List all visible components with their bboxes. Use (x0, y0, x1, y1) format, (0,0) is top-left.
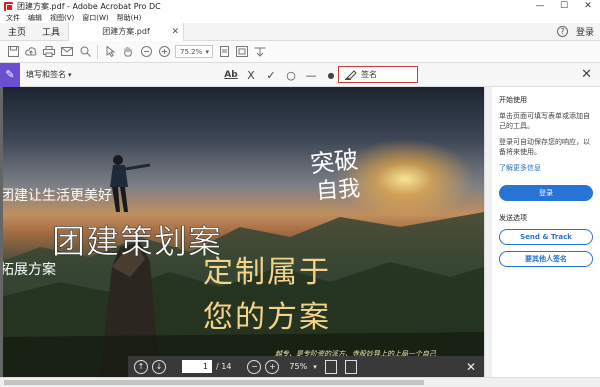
cross-mark-tool[interactable]: X (242, 63, 260, 87)
chevron-down-icon[interactable]: ▾ (68, 71, 72, 79)
menu-window[interactable]: 窗口(W) (78, 13, 112, 23)
doc-text-expansion: 拓展方案 (0, 262, 56, 278)
signature-pen-icon (345, 69, 357, 80)
acrobat-app-icon (4, 1, 13, 11)
page-view-icon[interactable] (324, 359, 337, 374)
text-tool-label: Ab (224, 70, 238, 80)
send-options-heading: 发送选项 (499, 214, 527, 222)
doc-text-self: 自我 (315, 176, 362, 205)
close-tab-icon[interactable]: ✕ (171, 27, 179, 37)
close-window-button[interactable]: ✕ (576, 0, 600, 12)
help-icon[interactable]: ? (556, 26, 568, 37)
document-tab-label: 团建方案.pdf (102, 27, 150, 36)
fill-sign-pen-icon: ✎ (0, 62, 20, 87)
print-icon[interactable] (40, 43, 58, 61)
page-zoom-value[interactable]: 75% (289, 362, 307, 371)
maximize-button[interactable]: ☐ (552, 0, 576, 12)
left-edge-strip (0, 87, 3, 377)
window-title: 团建方案.pdf - Adobe Acrobat Pro DC (17, 1, 161, 11)
tab-home[interactable]: 主页 (0, 23, 34, 41)
title-bar: 团建方案.pdf - Adobe Acrobat Pro DC — ☐ ✕ (0, 0, 600, 12)
page-total: / 14 (216, 362, 232, 371)
toolbar-divider (97, 44, 98, 59)
menu-edit[interactable]: 编辑 (24, 13, 46, 23)
previous-page-icon[interactable]: ↑ (134, 359, 148, 374)
sign-button[interactable]: 签名 (338, 66, 418, 83)
next-page-icon[interactable]: ↓ (152, 359, 166, 374)
line-tool[interactable]: — (302, 63, 320, 87)
learn-more-link[interactable]: 了解更多信息 (499, 163, 594, 173)
menu-file[interactable]: 文件 (2, 13, 24, 23)
vertical-scrollbar[interactable] (484, 87, 492, 377)
chevron-down-icon[interactable]: ▾ (313, 363, 317, 371)
close-fill-sign-icon[interactable]: ✕ (581, 67, 592, 82)
read-mode-icon[interactable] (344, 359, 357, 374)
request-signature-button[interactable]: 要其他人签名 (499, 251, 593, 267)
main-toolbar: 75.2% ▾ (0, 41, 600, 63)
search-icon[interactable] (76, 43, 94, 61)
fill-sign-title[interactable]: 填写和签名 (26, 69, 66, 80)
page-navigation-bar: ↑ ↓ 1 / 14 − + 75% ▾ ✕ (128, 356, 484, 377)
upload-icon[interactable] (22, 43, 40, 61)
fill-sign-bar: ✎ 填写和签名 ▾ Ab X ✓ ○ — ● 签名 ✕ (0, 62, 600, 87)
zoom-value: 75.2% (180, 47, 203, 56)
check-mark-tool[interactable]: ✓ (262, 63, 280, 87)
horizontal-scrollbar[interactable] (0, 377, 600, 387)
email-icon[interactable] (58, 43, 76, 61)
zoom-in-icon[interactable]: + (265, 359, 280, 374)
full-screen-icon[interactable] (233, 43, 251, 61)
scrollbar-thumb[interactable] (4, 380, 424, 385)
hand-icon[interactable] (119, 43, 137, 61)
sign-label: 签名 (361, 70, 377, 79)
getting-started-desc-2: 登录可自动保存您的响应，以备将来使用。 (499, 138, 590, 156)
menu-help[interactable]: 帮助(H) (113, 13, 146, 23)
doc-text-custom-1: 定制属于 (203, 255, 331, 290)
signin-button[interactable]: 登录 (499, 185, 593, 201)
document-page[interactable]: 突破 自我 团建让生活更美好 团建策划案 拓展方案 定制属于 您的方案 越专、是… (0, 87, 484, 377)
doc-text-custom-2: 您的方案 (203, 300, 331, 335)
save-icon[interactable] (4, 43, 22, 61)
zoom-out-icon[interactable] (137, 43, 155, 61)
circle-tool[interactable]: ○ (282, 63, 300, 87)
zoom-out-icon[interactable]: − (247, 359, 262, 374)
getting-started-heading: 开始使用 (499, 96, 527, 104)
minimize-button[interactable]: — (528, 0, 552, 12)
doc-text-slogan: 团建让生活更美好 (0, 188, 112, 204)
add-text-tool[interactable]: Ab (222, 63, 240, 87)
comment-tool-icon[interactable] (251, 43, 269, 61)
close-page-bar-icon[interactable]: ✕ (466, 360, 476, 374)
fit-page-icon[interactable] (215, 43, 233, 61)
pointer-icon[interactable] (101, 43, 119, 61)
send-track-button[interactable]: Send & Track (499, 229, 593, 245)
signin-link[interactable]: 登录 (576, 25, 594, 38)
menu-view[interactable]: 视图(V) (46, 13, 78, 23)
tabs-bar: 主页 工具 团建方案.pdf ✕ ? 登录 (0, 22, 600, 41)
chevron-down-icon: ▾ (205, 47, 209, 56)
tab-tools[interactable]: 工具 (34, 23, 68, 41)
page-number-input[interactable]: 1 (182, 360, 212, 373)
getting-started-desc-1: 单击页面可填写表单或添加自己的工具。 (499, 112, 590, 130)
zoom-select[interactable]: 75.2% ▾ (175, 45, 213, 58)
menu-bar: 文件 编辑 视图(V) 窗口(W) 帮助(H) (0, 12, 600, 23)
doc-main-title: 团建策划案 (52, 222, 222, 262)
zoom-in-icon[interactable] (155, 43, 173, 61)
tab-document[interactable]: 团建方案.pdf ✕ (68, 22, 185, 41)
right-panel: 开始使用 单击页面可填写表单或添加自己的工具。 登录可自动保存您的响应，以备将来… (492, 87, 600, 377)
